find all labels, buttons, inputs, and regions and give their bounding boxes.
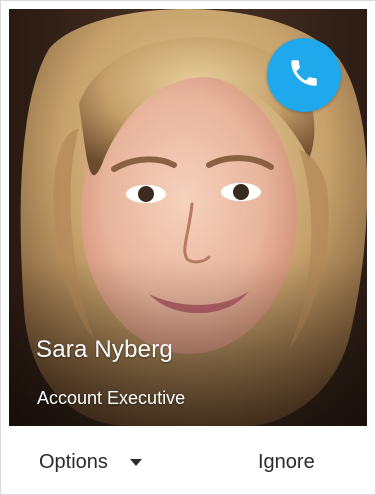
phone-icon (287, 56, 321, 95)
ignore-label: Ignore (258, 450, 315, 473)
ignore-button[interactable]: Ignore (258, 446, 315, 478)
caller-job-title: Account Executive (37, 388, 186, 408)
incoming-call-toast: Sara Nyberg Account Executive Options Ig… (0, 0, 376, 495)
options-label: Options (39, 450, 108, 473)
call-action-bar: Options Ignore (1, 426, 375, 494)
answer-call-button[interactable] (267, 38, 341, 112)
caller-name: Sara Nyberg (36, 336, 173, 363)
caret-down-icon (129, 458, 142, 466)
options-button[interactable]: Options (39, 446, 142, 478)
